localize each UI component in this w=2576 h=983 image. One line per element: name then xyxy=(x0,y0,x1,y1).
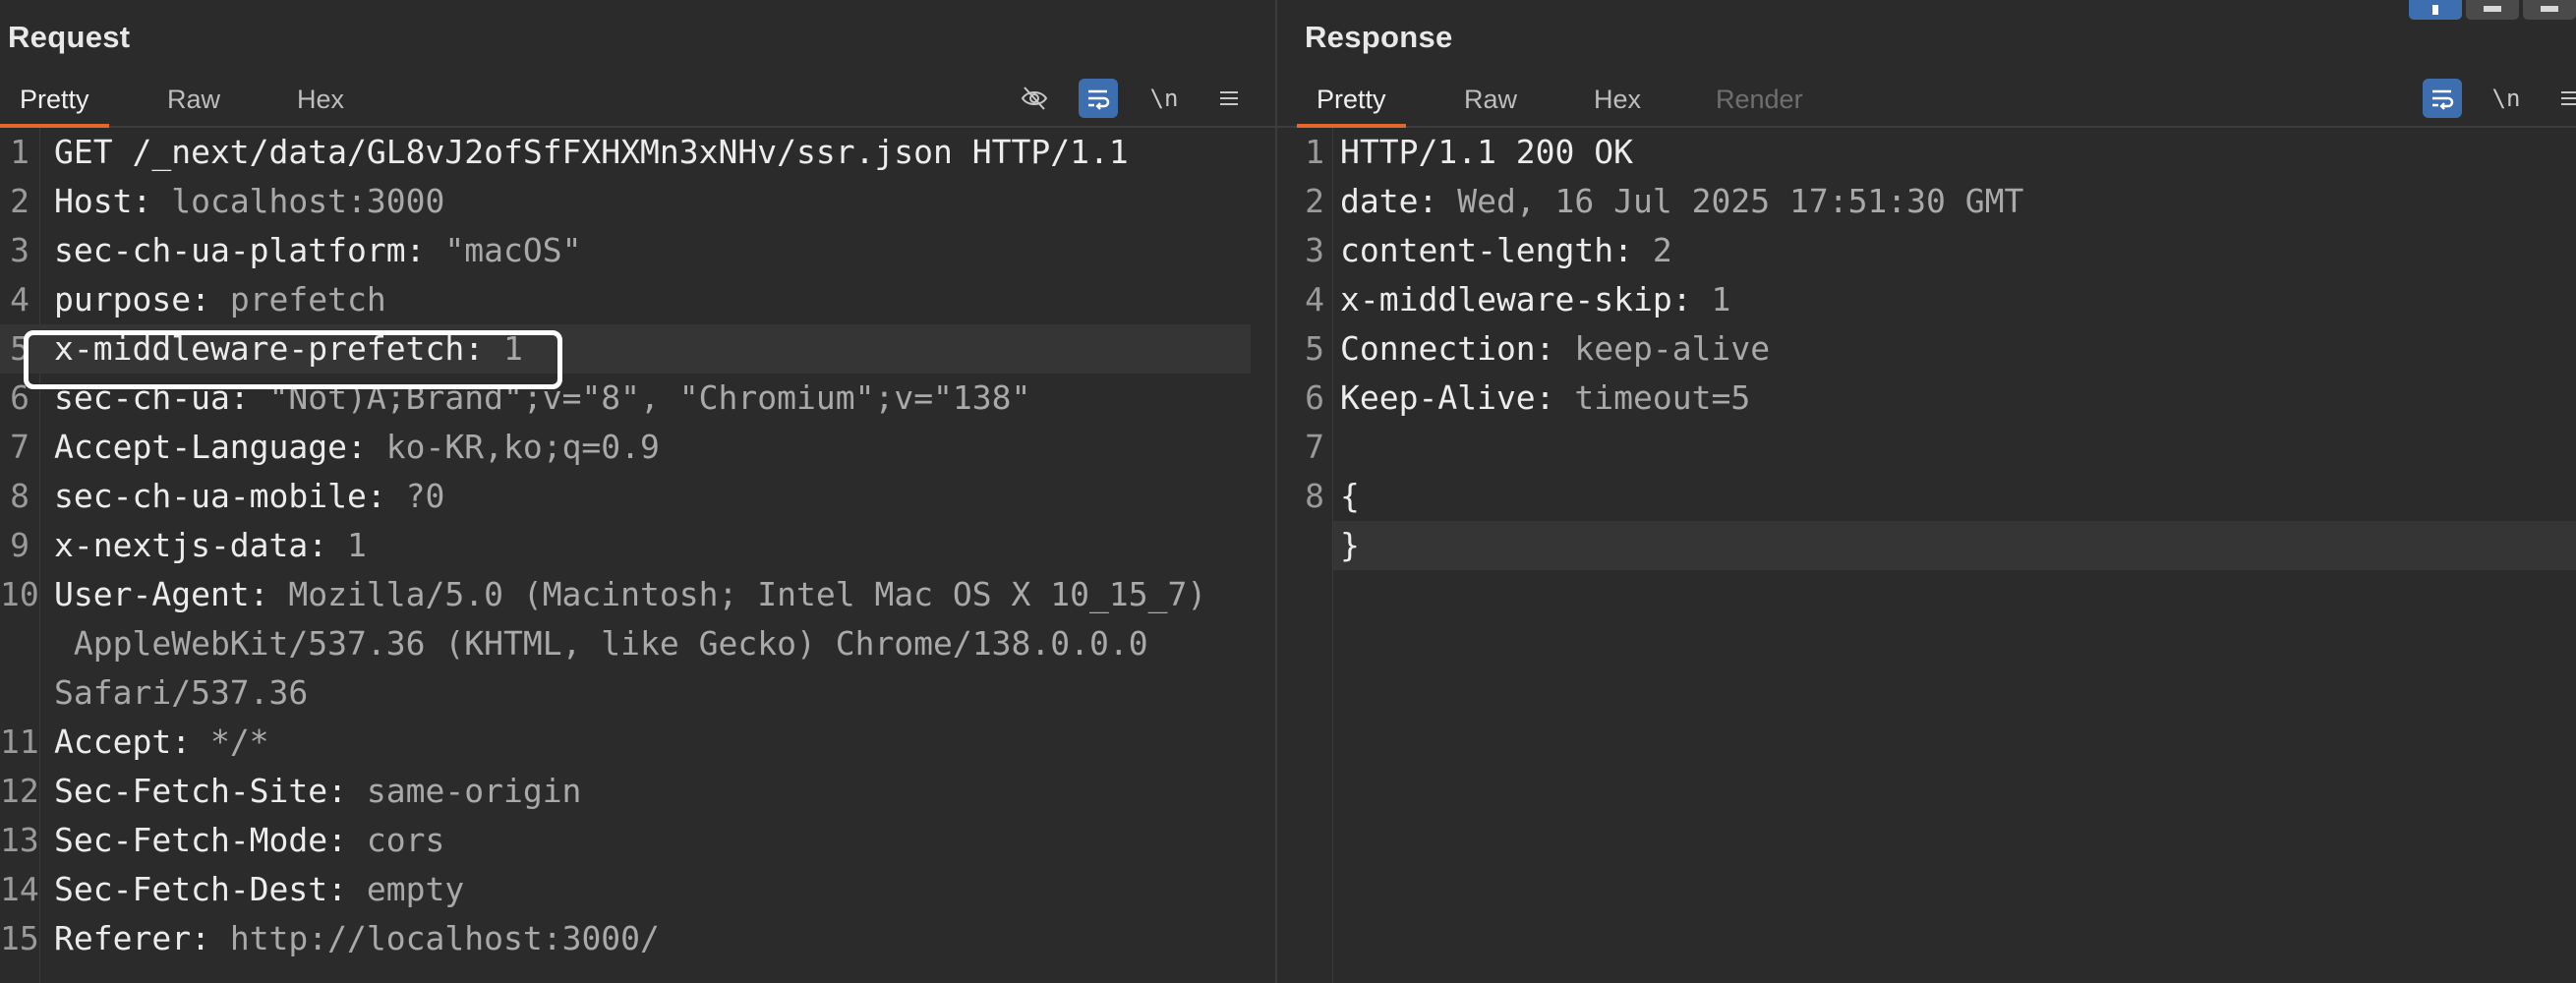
code-line-highlighted: 5 x-middleware-prefetch: 1 xyxy=(0,324,1251,374)
code-line: 9 x-nextjs-data: 1 xyxy=(10,526,367,564)
code-line: 2 date: Wed, 16 Jul 2025 17:51:30 GMT xyxy=(1305,182,2024,220)
request-tab-raw[interactable]: Raw xyxy=(167,85,220,124)
code-line: 14 Sec-Fetch-Dest: empty xyxy=(0,870,465,908)
code-line: 4 purpose: prefetch xyxy=(10,280,386,318)
code-line-highlighted: } xyxy=(1333,521,2576,570)
request-tab-pretty[interactable]: Pretty xyxy=(0,85,108,128)
code-line: 2 Host: localhost:3000 xyxy=(10,182,445,220)
code-line: 8{ xyxy=(1305,477,1360,515)
response-tab-render[interactable]: Render xyxy=(1716,85,1803,124)
menu-icon[interactable] xyxy=(2550,79,2576,118)
code-line: 13 Sec-Fetch-Mode: cors xyxy=(0,821,445,859)
request-title: Request xyxy=(8,20,131,54)
response-editor[interactable]: 1 HTTP/1.1 200 OK 2 date: Wed, 16 Jul 2025… xyxy=(1277,128,2576,983)
hide-nonprintable-icon[interactable] xyxy=(1015,79,1054,118)
layout-tabs-icon[interactable] xyxy=(2523,0,2576,20)
code-line: 3 sec-ch-ua-platform: "macOS" xyxy=(10,231,582,269)
response-tab-raw[interactable]: Raw xyxy=(1464,85,1517,124)
response-tab-pretty[interactable]: Pretty xyxy=(1297,85,1405,128)
code-line: 5 Connection: keep-alive xyxy=(1305,329,1771,368)
request-editor[interactable]: 1 GET /_next/data/GL8vJ2ofSfFXHXMn3xNHv/s… xyxy=(0,128,1275,983)
request-tabbar: Pretty Raw Hex \n xyxy=(0,75,1275,128)
code-line: 7 xyxy=(1305,428,1324,466)
response-panel: Response Pretty Raw Hex Render \n 1 HTTP… xyxy=(1277,0,2576,983)
code-line: 6 Keep-Alive: timeout=5 xyxy=(1305,378,1751,417)
code-line: 3 content-length: 2 xyxy=(1305,231,1672,269)
code-line: 10 User-Agent: Mozilla/5.0 (Macintosh; In… xyxy=(0,575,1207,613)
code-line: 12 Sec-Fetch-Site: same-origin xyxy=(0,772,582,810)
layout-stacked-icon[interactable] xyxy=(2466,0,2519,20)
code-line: 7 Accept-Language: ko-KR,ko;q=0.9 xyxy=(10,428,660,466)
layout-switch xyxy=(2409,0,2576,20)
word-wrap-icon[interactable] xyxy=(2423,79,2462,118)
request-tab-hex[interactable]: Hex xyxy=(297,85,344,124)
code-line: 1 HTTP/1.1 200 OK xyxy=(1305,133,1634,171)
code-line: 8 sec-ch-ua-mobile: ?0 xyxy=(10,477,445,515)
response-title: Response xyxy=(1305,20,1453,54)
code-line: 1 GET /_next/data/GL8vJ2ofSfFXHXMn3xNHv/s… xyxy=(10,133,1129,171)
menu-icon[interactable] xyxy=(1209,79,1249,118)
response-tab-hex[interactable]: Hex xyxy=(1594,85,1641,124)
show-newlines-toggle[interactable]: \n xyxy=(2487,79,2526,118)
word-wrap-icon[interactable] xyxy=(1079,79,1118,118)
request-panel: Request Pretty Raw Hex \n 1 GET /_next/d… xyxy=(0,0,1275,983)
code-line: 11 Accept: */* xyxy=(0,723,269,761)
code-line: 4 x-middleware-skip: 1 xyxy=(1305,280,1731,318)
show-newlines-toggle[interactable]: \n xyxy=(1144,79,1184,118)
code-line-wrapped: AppleWebKit/537.36 (KHTML, like Gecko) C… xyxy=(54,624,1148,663)
code-line-wrapped: Safari/537.36 xyxy=(54,673,309,712)
code-line: 6 sec-ch-ua: "Not)A;Brand";v="8", "Chromi… xyxy=(10,378,1031,417)
response-tabbar: Pretty Raw Hex Render \n xyxy=(1277,75,2576,128)
layout-side-by-side-icon[interactable] xyxy=(2409,0,2462,20)
http-message-editor: Request Pretty Raw Hex \n 1 GET /_next/d… xyxy=(0,0,2576,983)
code-line: 15 Referer: http://localhost:3000/ xyxy=(0,919,660,957)
